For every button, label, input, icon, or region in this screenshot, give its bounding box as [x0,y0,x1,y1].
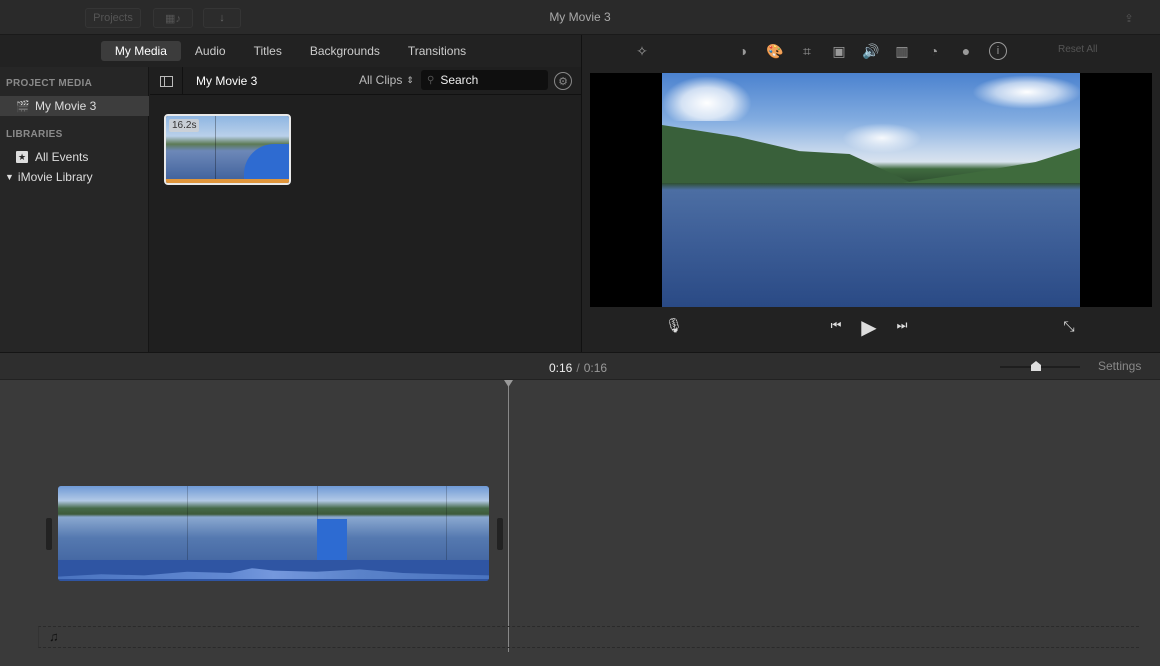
clip-browser: 16.2s [150,95,581,352]
fullscreen-button[interactable]: ⤡ [1060,317,1078,335]
info-icon[interactable]: i [989,42,1007,60]
background-music-well[interactable]: ♫ [38,626,1139,648]
timecode-display: 0:16 / 0:16 [549,361,608,375]
sidebar-item-all-events[interactable]: ★ All Events [0,147,149,167]
playhead[interactable] [508,380,509,652]
share-button[interactable]: ⇪ [1115,8,1143,28]
video-frame [662,73,1080,307]
crop-icon[interactable]: ⌗ [798,42,816,60]
reset-all-button[interactable]: Reset All [1058,44,1097,55]
microphone-button[interactable]: 🎙 [665,316,683,333]
clip-used-indicator [166,179,289,183]
timeline-zoom-slider[interactable] [1000,361,1080,371]
disclosure-triangle-icon[interactable]: ▼ [5,172,14,182]
speed-icon[interactable]: ◔ [925,42,943,60]
sidebar-icon [159,75,173,87]
sidebar-item-my-movie-3[interactable]: 🎬 My Movie 3 [0,96,149,116]
skip-back-icon: ⏮ [830,317,842,332]
total-time: 0:16 [583,361,608,375]
timeline-header: 0:16 / 0:16 Settings [0,352,1160,380]
boat-bow-shape [317,519,347,560]
skip-forward-button[interactable]: ⏭ [894,317,910,333]
sidebar-item-imovie-library[interactable]: ▼ iMovie Library [0,167,149,187]
timeline: ♫ [0,380,1160,666]
current-time: 0:16 [549,361,573,375]
stabilization-icon[interactable]: ▣ [830,42,848,60]
video-viewer [590,73,1152,307]
skip-forward-icon: ⏭ [896,317,908,332]
star-icon: ★ [16,151,28,163]
clip-filter-icon[interactable]: ● [957,42,975,60]
media-clip[interactable]: 16.2s [164,114,291,185]
tab-titles[interactable]: Titles [240,41,296,61]
play-button[interactable]: ▶ [858,316,880,339]
sidebar-toggle-button[interactable] [150,67,183,95]
clip-trim-handle-right[interactable] [497,518,503,550]
search-input[interactable]: ⚲ Search [421,70,548,90]
project-media-header: PROJECT MEDIA [6,78,93,89]
playhead-marker[interactable] [504,380,513,387]
viewer-pane: ✧ ◑ 🎨 ⌗ ▣ 🔊 ▥ ◔ ● i Reset All 🎙 ⏮ ▶ ⏭ ⤡ [581,35,1160,352]
media-tabs: My Media Audio Titles Backgrounds Transi… [0,35,581,67]
skip-back-button[interactable]: ⏮ [828,317,844,333]
libraries-header: LIBRARIES [6,129,63,140]
tab-my-media[interactable]: My Media [100,41,181,61]
window-title: My Movie 3 [549,10,611,24]
magic-wand-icon[interactable]: ✧ [633,42,651,60]
color-balance-icon[interactable]: ◑ [734,42,752,60]
title-bar: Projects ▦♪ ↓ My Movie 3 ⇪ [0,0,1160,35]
microphone-icon: 🎙 [665,316,683,333]
tab-audio[interactable]: Audio [181,41,240,61]
zoom-slider-knob[interactable] [1031,361,1041,371]
fullscreen-arrows-icon: ⤡ [1063,317,1075,334]
volume-icon[interactable]: 🔊 [862,42,880,60]
tab-transitions[interactable]: Transitions [394,41,480,61]
search-icon: ⚲ [427,74,435,86]
clapperboard-icon: 🎬 [16,100,30,113]
clip-trim-handle-left[interactable] [46,518,52,550]
libraries-sidebar: PROJECT MEDIA 🎬 My Movie 3 LIBRARIES ★ A… [0,67,149,352]
timeline-video-clip[interactable] [58,486,489,581]
share-icon: ⇪ [1124,12,1134,25]
play-icon: ▶ [861,316,877,339]
gear-icon: ⚙ [558,75,568,88]
tab-backgrounds[interactable]: Backgrounds [296,41,394,61]
clip-filmstrip [58,486,489,560]
media-browser-pane: My Media Audio Titles Backgrounds Transi… [0,35,581,352]
noise-reduction-icon[interactable]: ▥ [893,42,911,60]
settings-gear-button[interactable]: ⚙ [554,72,572,90]
clip-filter-dropdown[interactable]: All Clips ⇕ [359,73,414,87]
audio-waveform [58,560,489,581]
browser-header: My Movie 3 All Clips ⇕ ⚲ Search ⚙ [150,67,581,95]
color-correction-icon[interactable]: 🎨 [766,42,784,60]
updown-chevron-icon: ⇕ [406,74,414,85]
browser-title: My Movie 3 [196,74,258,88]
timeline-settings-button[interactable]: Settings [1098,359,1141,373]
clip-duration-badge: 16.2s [169,119,200,132]
music-note-icon: ♫ [49,629,59,644]
